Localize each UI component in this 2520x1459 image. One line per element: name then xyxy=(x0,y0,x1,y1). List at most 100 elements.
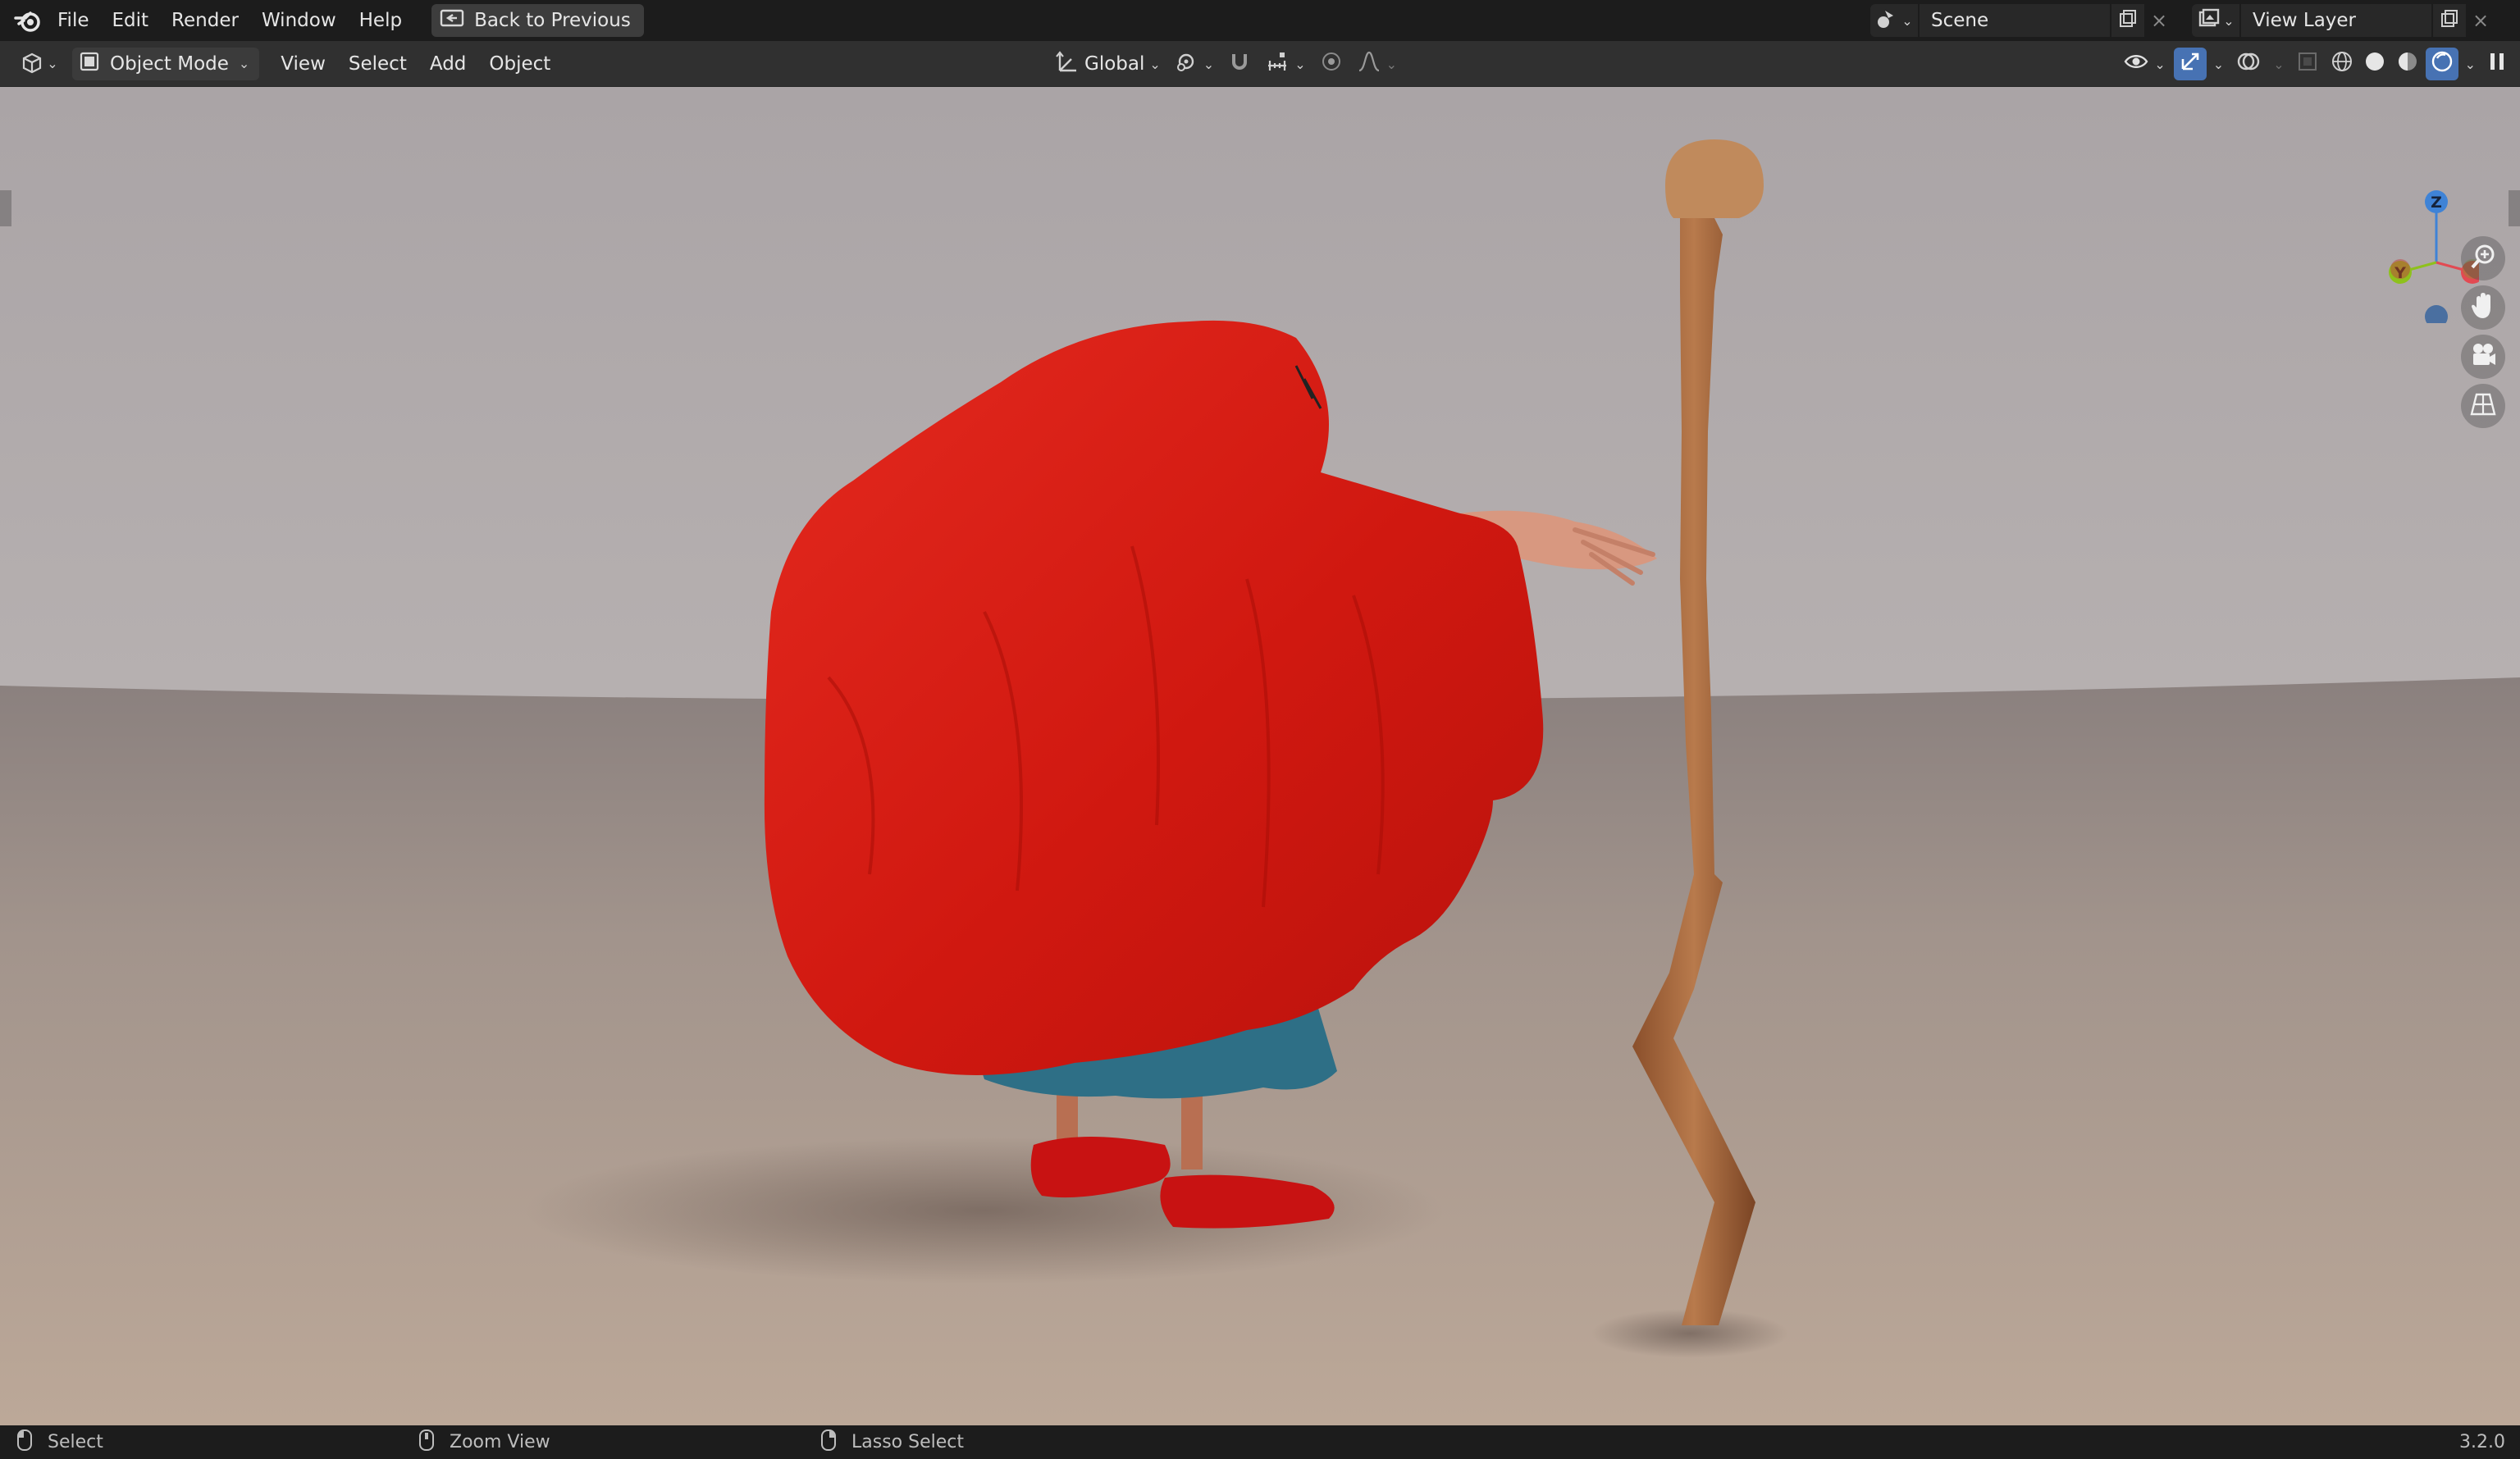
shading-solid-button[interactable] xyxy=(2360,48,2390,80)
magnet-icon xyxy=(1227,49,1252,79)
pivot-point-dropdown[interactable]: ⌄ xyxy=(1169,48,1219,80)
scene-browse-button[interactable]: ⌄ xyxy=(1870,4,1918,37)
svg-text:Z: Z xyxy=(2431,194,2442,212)
3d-viewport[interactable]: Z Y xyxy=(0,87,2520,1425)
delete-view-layer-button[interactable]: × xyxy=(2466,4,2495,37)
chevron-down-icon: ⌄ xyxy=(1901,12,1913,29)
ortho-toggle-button[interactable] xyxy=(2461,384,2505,428)
falloff-curve-icon xyxy=(1357,49,1381,79)
version-label: 3.2.0 xyxy=(2459,1432,2505,1452)
object-mode-label: Object Mode xyxy=(110,52,229,75)
object-visibility-dropdown[interactable]: ⌄ xyxy=(2118,48,2170,80)
overlays-toggle[interactable] xyxy=(2230,48,2267,80)
status-bar: Select Zoom View Lasso Select 3.2.0 xyxy=(0,1425,2520,1459)
header-menu-add[interactable]: Add xyxy=(418,48,478,80)
blender-logo-icon[interactable] xyxy=(10,0,46,41)
chevron-down-icon: ⌄ xyxy=(2223,12,2235,29)
mouse-middle-icon xyxy=(418,1429,435,1457)
xray-toggle[interactable] xyxy=(2291,48,2324,80)
shading-rendered-button[interactable] xyxy=(2425,48,2458,80)
header-menu-object[interactable]: Object xyxy=(477,48,562,80)
proportional-falloff-dropdown[interactable]: ⌄ xyxy=(1352,48,1402,80)
chevron-down-icon: ⌄ xyxy=(47,56,58,71)
back-to-previous-button[interactable]: Back to Previous xyxy=(431,4,644,37)
chevron-down-icon: ⌄ xyxy=(1294,56,1306,72)
close-icon: × xyxy=(2150,9,2168,32)
orientation-icon xyxy=(1055,49,1080,79)
status-lasso-label: Lasso Select xyxy=(851,1432,964,1452)
chevron-down-icon: ⌄ xyxy=(1386,56,1397,72)
menu-file[interactable]: File xyxy=(46,4,101,37)
mouse-left-icon xyxy=(16,1429,33,1457)
snap-toggle[interactable] xyxy=(1222,48,1257,80)
zoom-button[interactable] xyxy=(2461,236,2505,280)
top-menu-bar: File Edit Render Window Help Back to Pre… xyxy=(0,0,2520,41)
pivot-icon xyxy=(1174,49,1198,79)
zoom-icon xyxy=(2468,242,2498,275)
snap-target-dropdown[interactable]: ⌄ xyxy=(1260,48,1310,80)
shading-material-button[interactable] xyxy=(2393,48,2422,80)
proportional-editing-toggle[interactable] xyxy=(1314,48,1349,80)
shading-wireframe-button[interactable] xyxy=(2327,48,2357,80)
header-menu-select[interactable]: Select xyxy=(337,48,418,80)
camera-icon xyxy=(2468,340,2498,373)
overlays-icon xyxy=(2235,49,2262,79)
view-layer-icon xyxy=(2197,7,2220,34)
chevron-down-icon: ⌄ xyxy=(1203,56,1215,72)
show-gizmo-toggle[interactable] xyxy=(2173,48,2207,80)
menu-help[interactable]: Help xyxy=(348,4,413,37)
material-sphere-icon xyxy=(2395,49,2420,79)
pause-render-button[interactable] xyxy=(2482,48,2512,80)
gizmo-dropdown[interactable]: ⌄ xyxy=(2210,48,2227,80)
transform-orientation-label: Global xyxy=(1084,53,1145,75)
eye-icon xyxy=(2123,49,2149,79)
status-right-click: Lasso Select xyxy=(820,1425,964,1459)
chevron-down-icon: ⌄ xyxy=(2464,56,2476,72)
transform-orientation-dropdown[interactable]: Global ⌄ xyxy=(1050,48,1166,80)
proportional-edit-icon xyxy=(1319,49,1344,79)
hand-icon xyxy=(2468,291,2498,324)
chevron-down-icon: ⌄ xyxy=(2154,56,2166,72)
camera-view-button[interactable] xyxy=(2461,335,2505,379)
viewport-display-tools: ⌄ ⌄ ⌄ ⌄ xyxy=(2118,48,2520,80)
back-to-previous-icon xyxy=(440,8,464,33)
xray-icon xyxy=(2296,50,2319,78)
duplicate-icon xyxy=(2440,9,2459,32)
view-layer-browse-button[interactable]: ⌄ xyxy=(2192,4,2239,37)
header-menu-view[interactable]: View xyxy=(269,48,337,80)
overlays-dropdown[interactable]: ⌄ xyxy=(2270,48,2287,80)
chevron-down-icon: ⌄ xyxy=(238,56,250,71)
view-layer-name-field[interactable]: View Layer xyxy=(2241,4,2431,37)
editor-type-button[interactable]: ⌄ xyxy=(13,48,64,80)
wireframe-sphere-icon xyxy=(2330,49,2354,79)
delete-scene-button[interactable]: × xyxy=(2144,4,2174,37)
chevron-down-icon: ⌄ xyxy=(1149,56,1161,72)
rendered-scene xyxy=(0,139,2520,1425)
menu-window[interactable]: Window xyxy=(250,4,348,37)
back-to-previous-label: Back to Previous xyxy=(474,10,631,31)
rendered-sphere-icon xyxy=(2430,49,2454,79)
menu-render[interactable]: Render xyxy=(160,4,250,37)
new-view-layer-button[interactable] xyxy=(2433,4,2466,37)
status-zoom-label: Zoom View xyxy=(450,1432,550,1452)
duplicate-icon xyxy=(2118,9,2138,32)
sidebar-toggle-tab[interactable] xyxy=(2509,190,2520,226)
pause-icon xyxy=(2487,51,2507,77)
viewport-header: ⌄ Object Mode ⌄ View Select Add Object G… xyxy=(0,41,2520,87)
transform-tools: Global ⌄ ⌄ ⌄ ⌄ xyxy=(1050,48,1402,80)
scene-icon xyxy=(1875,7,1898,34)
toolbar-toggle-tab[interactable] xyxy=(0,190,11,226)
object-mode-dropdown[interactable]: Object Mode ⌄ xyxy=(72,47,260,80)
chevron-down-icon: ⌄ xyxy=(2273,56,2285,72)
shading-dropdown[interactable]: ⌄ xyxy=(2462,48,2479,80)
scene-name-field[interactable]: Scene xyxy=(1920,4,2110,37)
object-mode-icon xyxy=(79,51,100,77)
gizmo-neg-z-axis xyxy=(2425,305,2448,323)
close-icon: × xyxy=(2472,9,2490,32)
pan-button[interactable] xyxy=(2461,285,2505,330)
menu-edit[interactable]: Edit xyxy=(101,4,161,37)
blender-window: File Edit Render Window Help Back to Pre… xyxy=(0,0,2520,1459)
status-select-label: Select xyxy=(48,1432,103,1452)
new-scene-button[interactable] xyxy=(2111,4,2144,37)
chevron-down-icon: ⌄ xyxy=(2212,56,2225,72)
